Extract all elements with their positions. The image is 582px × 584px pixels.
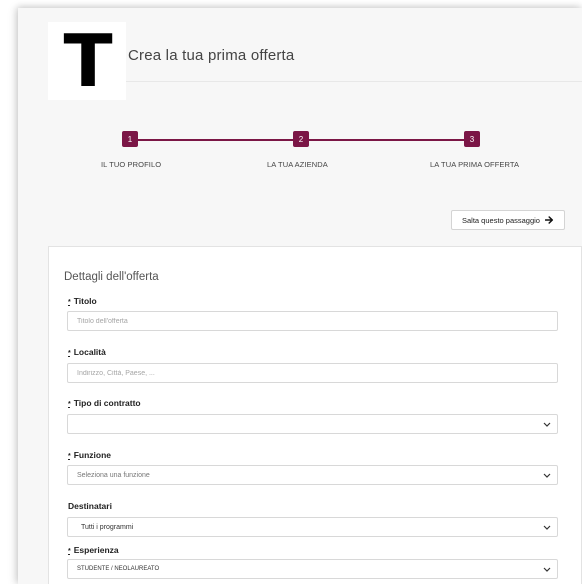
step-1-marker: 1 (122, 131, 138, 147)
required-mark: * (68, 453, 71, 460)
header: T Crea la tua prima offerta (18, 8, 582, 100)
experience-label-text: Esperienza (73, 545, 119, 555)
title-label-text: Titolo (73, 296, 97, 306)
step-3-label: LA TUA PRIMA OFFERTA (430, 160, 520, 169)
chevron-down-icon (537, 567, 557, 572)
contract-type-field-label: * Tipo di contratto (68, 398, 141, 408)
function-label-text: Funzione (73, 450, 112, 460)
chevron-down-icon (537, 473, 557, 478)
recipients-label-text: Destinatari (68, 501, 112, 511)
contract-type-select[interactable] (67, 414, 558, 434)
required-mark: * (68, 299, 71, 306)
recipients-field-label: Destinatari (68, 501, 112, 511)
required-mark: * (68, 401, 71, 408)
logo-letter: T (63, 19, 112, 103)
chevron-down-icon (537, 422, 557, 427)
page: T Crea la tua prima offerta 1 2 3 IL TUO… (18, 8, 582, 584)
function-field-label: * Funzione (68, 450, 111, 460)
contract-type-label-text: Tipo di contratto (73, 398, 141, 408)
recipients-value: Tutti i programmi (81, 523, 134, 531)
stepper-connector (138, 139, 308, 141)
experience-select[interactable]: STUDENTE / NEOLAUREATO (67, 559, 558, 579)
required-mark: * (68, 350, 71, 357)
chevron-down-icon (537, 525, 557, 530)
location-label-text: Località (73, 347, 106, 357)
experience-value: STUDENTE / NEOLAUREATO (77, 566, 160, 572)
location-field-label: * Località (68, 347, 106, 357)
recipients-select[interactable]: Tutti i programmi (67, 517, 558, 537)
location-input[interactable] (67, 363, 558, 383)
function-value: Seleziona una funzione (77, 471, 150, 479)
experience-field-label: * Esperienza (68, 545, 119, 555)
title-field-label: * Titolo (68, 296, 97, 306)
stepper-connector (308, 139, 478, 141)
step-3-marker: 3 (464, 131, 480, 147)
required-mark: * (68, 548, 71, 555)
card-title: Dettagli dell'offerta (64, 271, 159, 283)
skip-step-button[interactable]: Salta questo passaggio (451, 210, 565, 230)
step-2-marker: 2 (293, 131, 309, 147)
function-select[interactable]: Seleziona una funzione (67, 465, 558, 485)
arrow-right-icon (544, 216, 554, 224)
step-1-label: IL TUO PROFILO (101, 160, 162, 169)
title-input[interactable] (67, 311, 558, 331)
page-title: Crea la tua prima offerta (128, 47, 295, 64)
company-logo: T (48, 22, 126, 100)
header-divider (126, 81, 582, 82)
step-2-label: LA TUA AZIENDA (267, 160, 328, 169)
skip-step-label: Salta questo passaggio (462, 215, 540, 225)
